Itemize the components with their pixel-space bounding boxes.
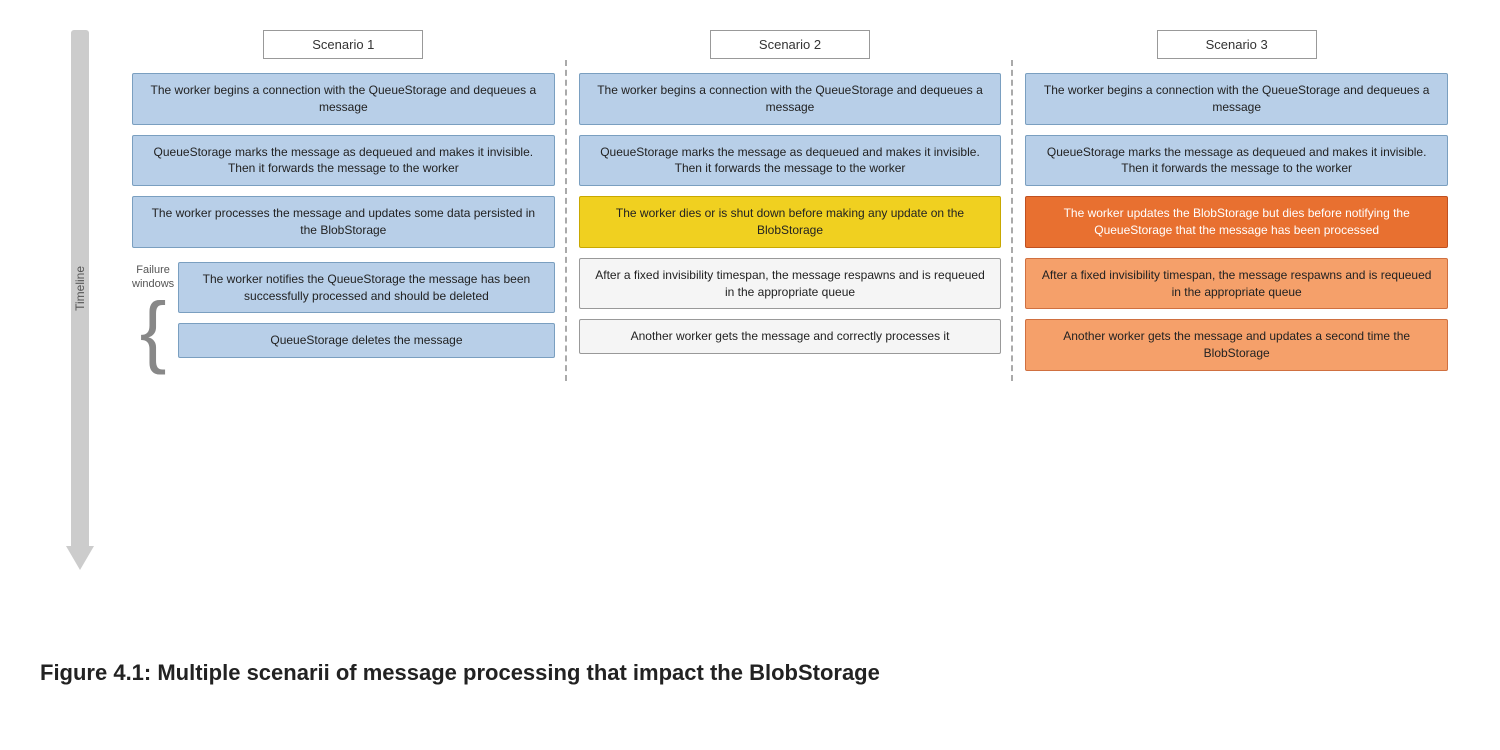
timeline-label: Timeline — [73, 266, 87, 311]
diagram-area: Timeline Scenario 1 The worker begins a … — [40, 30, 1460, 610]
scenario-1-column: Scenario 1 The worker begins a connectio… — [120, 30, 567, 381]
scenario-3-step-5: Another worker gets the message and upda… — [1025, 319, 1448, 371]
scenario-1-step-5: QueueStorage deletes the message — [178, 323, 554, 358]
scenario-3-title: Scenario 3 — [1157, 30, 1317, 59]
bracket-container: Failurewindows { — [132, 262, 174, 368]
bracket-symbol: { — [140, 295, 167, 367]
scenario-2-step-2: QueueStorage marks the message as dequeu… — [579, 135, 1002, 187]
scenarios-wrapper: Scenario 1 The worker begins a connectio… — [120, 30, 1460, 381]
scenario-3-step-3: The worker updates the BlobStorage but d… — [1025, 196, 1448, 248]
scenario-2-step-1: The worker begins a connection with the … — [579, 73, 1002, 125]
scenario-2-column: Scenario 2 The worker begins a connectio… — [567, 30, 1014, 381]
scenario-1-step-2: QueueStorage marks the message as dequeu… — [132, 135, 555, 187]
scenario-2-step-4: After a fixed invisibility timespan, the… — [579, 258, 1002, 310]
scenario-1-bracket-area: Failurewindows { The worker notifies the… — [132, 262, 555, 368]
timeline-column: Timeline — [40, 30, 120, 610]
scenario-2-title: Scenario 2 — [710, 30, 870, 59]
page-container: Timeline Scenario 1 The worker begins a … — [0, 0, 1500, 726]
figure-caption: Figure 4.1: Multiple scenarii of message… — [40, 650, 1460, 686]
scenario-1-step-4: The worker notifies the QueueStorage the… — [178, 262, 554, 314]
timeline-arrow — [66, 546, 94, 570]
scenario-1-step-1: The worker begins a connection with the … — [132, 73, 555, 125]
scenario-3-step-4: After a fixed invisibility timespan, the… — [1025, 258, 1448, 310]
scenario-2-step-5: Another worker gets the message and corr… — [579, 319, 1002, 354]
scenario-1-step-3: The worker processes the message and upd… — [132, 196, 555, 248]
scenario-1-title: Scenario 1 — [263, 30, 423, 59]
scenario-1-lower-steps: The worker notifies the QueueStorage the… — [178, 262, 554, 368]
timeline-line: Timeline — [71, 30, 89, 546]
scenario-3-column: Scenario 3 The worker begins a connectio… — [1013, 30, 1460, 381]
scenario-3-step-1: The worker begins a connection with the … — [1025, 73, 1448, 125]
scenario-3-step-2: QueueStorage marks the message as dequeu… — [1025, 135, 1448, 187]
scenario-2-step-3: The worker dies or is shut down before m… — [579, 196, 1002, 248]
